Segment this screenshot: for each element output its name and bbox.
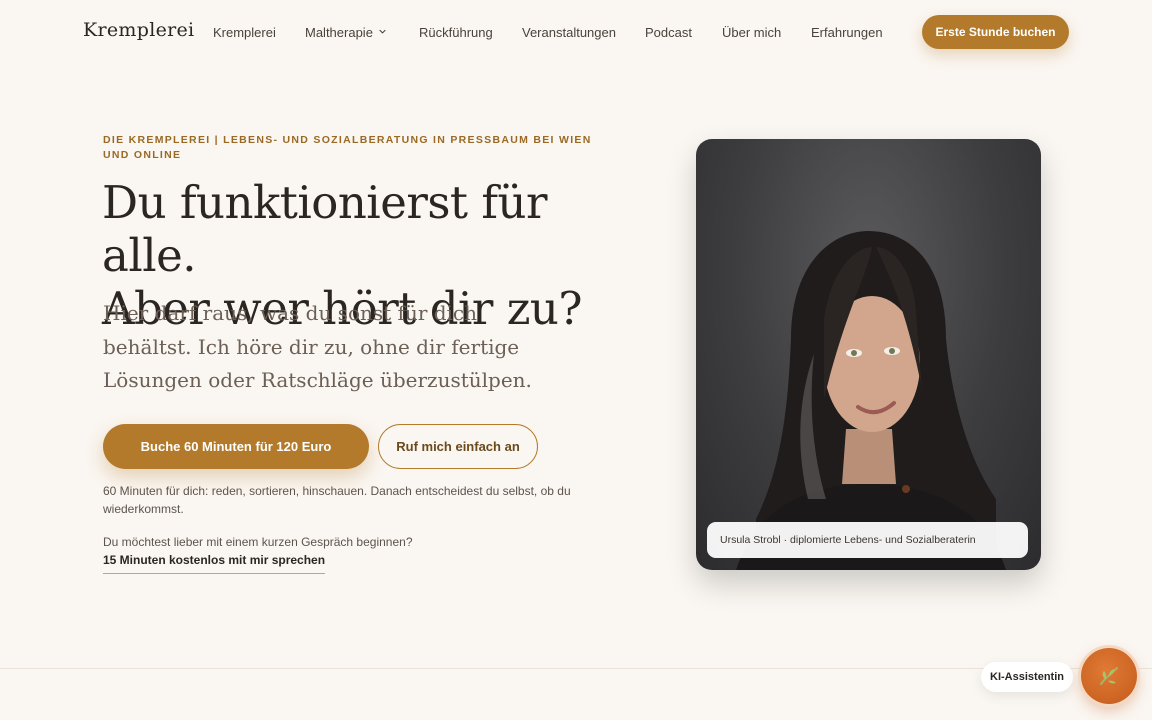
portrait-card: Ursula Strobl · diplomierte Lebens- und … [696, 139, 1041, 570]
nav-item-ueber-mich[interactable]: Über mich [722, 25, 781, 40]
free-15-minutes-link[interactable]: 15 Minuten kostenlos mit mir sprechen [103, 553, 326, 574]
ai-assistant-button[interactable] [1081, 648, 1137, 704]
portrait-photo [736, 231, 1006, 570]
nav-item-kremplerei[interactable]: Kremplerei [213, 25, 276, 40]
nav-item-podcast[interactable]: Podcast [645, 25, 692, 40]
nav-item-veranstaltungen[interactable]: Veranstaltungen [522, 25, 616, 40]
site-header: Kremplerei Kremplerei Maltherapie Rückfü… [0, 0, 1152, 64]
nav-item-erfahrungen[interactable]: Erfahrungen [811, 25, 883, 40]
leaf-icon [1100, 667, 1118, 685]
nav-item-rueckfuehrung[interactable]: Rückführung [419, 25, 493, 40]
site-logo[interactable]: Kremplerei [83, 19, 194, 41]
chevron-down-icon [379, 29, 386, 34]
ai-assistant-label[interactable]: KI-Assistentin [981, 662, 1073, 692]
hero-subline: Hier darf raus, was du sonst für dich be… [103, 301, 532, 392]
portrait-caption: Ursula Strobl · diplomierte Lebens- und … [707, 522, 1028, 558]
book-first-session-button[interactable]: Erste Stunde buchen [922, 15, 1069, 49]
book-60-minutes-button[interactable]: Buche 60 Minuten für 120 Euro [103, 424, 369, 469]
hero-eyebrow: Die Kremplerei | Lebens- und Sozialberat… [103, 134, 592, 161]
section-divider [0, 668, 1152, 669]
session-note: 60 Minuten für dich: reden, sortieren, h… [103, 484, 571, 516]
short-talk-question: Du möchtest lieber mit einem kurzen Gesp… [103, 535, 413, 549]
nav-item-maltherapie[interactable]: Maltherapie [305, 25, 386, 40]
headline-line-1: Du funktionierst für alle. [102, 176, 547, 282]
call-me-button[interactable]: Ruf mich einfach an [378, 424, 538, 469]
nav-item-label: Maltherapie [305, 25, 373, 40]
